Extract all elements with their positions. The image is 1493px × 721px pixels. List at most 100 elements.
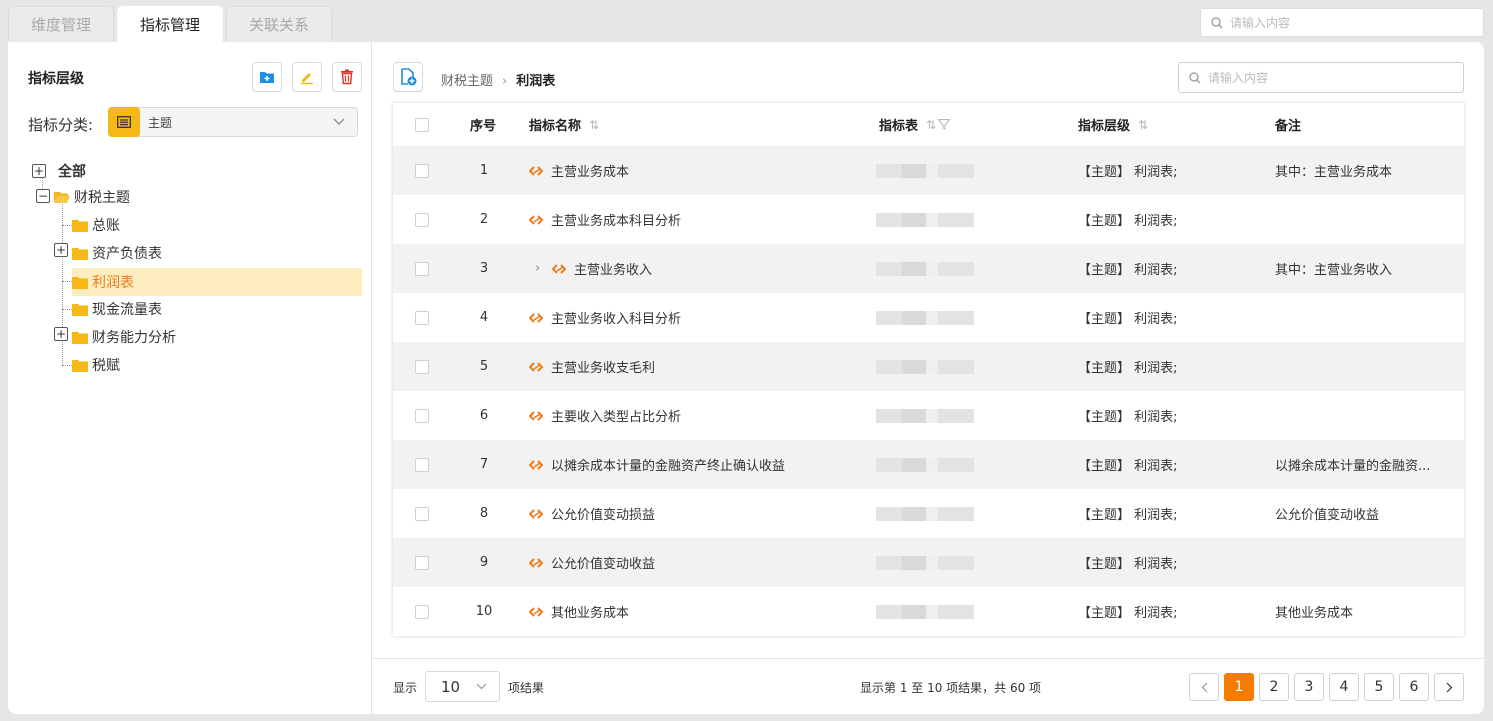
breadcrumb-item[interactable]: 财税主题	[441, 74, 493, 89]
table-row[interactable]: 10 其他业务成本 【主题】 利润表; 其他业务成本	[393, 587, 1464, 636]
link-icon	[529, 508, 545, 520]
indicator-name: 主营业务成本	[551, 165, 630, 180]
pagination-bar: 显示 10 项结果 显示第 1 至 10 项结果，共 60 项 1 2 3 4 …	[373, 658, 1484, 714]
column-header-name[interactable]: 指标名称 ⇅	[529, 103, 599, 146]
page-button-1[interactable]: 1	[1224, 673, 1254, 701]
add-indicator-button[interactable]	[393, 62, 423, 92]
tree-node-tax-burden[interactable]: 税赋	[72, 351, 120, 379]
tree-node-financial-capability[interactable]: 财务能力分析	[72, 323, 176, 351]
indicator-name-link[interactable]: 公允价值变动损益	[529, 489, 655, 538]
top-search-input[interactable]: 请输入内容	[1200, 8, 1484, 37]
indicator-name-link[interactable]: 主要收入类型占比分析	[529, 391, 681, 440]
indicator-level: 【主题】 利润表;	[1078, 606, 1178, 621]
tree-node-all[interactable]: 全部	[54, 157, 86, 185]
sort-icon[interactable]: ⇅	[1138, 118, 1148, 132]
tree-node-cash-flow[interactable]: 现金流量表	[72, 295, 162, 323]
page-button-2[interactable]: 2	[1259, 673, 1289, 701]
indicator-name-link[interactable]: 公允价值变动收益	[529, 538, 655, 587]
prev-page-button[interactable]	[1189, 673, 1219, 701]
indicator-note: 其他业务成本	[1275, 606, 1354, 621]
link-icon	[529, 606, 545, 618]
tab-bar: 维度管理 指标管理 关联关系	[8, 6, 335, 42]
indicator-name-link[interactable]: 主营业务收入科目分析	[529, 293, 681, 342]
tab-indicator-management[interactable]: 指标管理	[117, 6, 223, 42]
table-row[interactable]: 5 主营业务收支毛利 【主题】 利润表;	[393, 342, 1464, 391]
indicator-name: 主营业务收入科目分析	[551, 312, 682, 327]
indicator-table-value	[876, 293, 974, 342]
folder-icon	[72, 331, 88, 344]
column-header-table[interactable]: 指标表 ⇅	[879, 103, 951, 146]
collapse-icon[interactable]: −	[36, 189, 50, 203]
table-row[interactable]: 2 主营业务成本科目分析 【主题】 利润表;	[393, 195, 1464, 244]
link-icon	[529, 557, 545, 569]
tree-node-label: 全部	[58, 164, 86, 180]
indicator-name: 其他业务成本	[551, 606, 630, 621]
indicator-name: 主营业务成本科目分析	[551, 214, 682, 229]
tree-node-income-statement[interactable]: 利润表	[72, 268, 362, 296]
page-button-6[interactable]: 6	[1399, 673, 1429, 701]
add-folder-button[interactable]	[252, 62, 282, 92]
link-icon	[552, 263, 568, 275]
tree-node-label: 总账	[92, 218, 120, 234]
tab-dimension-management[interactable]: 维度管理	[8, 6, 114, 42]
indicator-table-value	[876, 538, 974, 587]
column-header-label: 指标名称	[529, 119, 582, 134]
indicator-name-link[interactable]: 主营业务成本	[529, 146, 629, 195]
column-header-level[interactable]: 指标层级 ⇅	[1078, 103, 1148, 146]
filter-icon[interactable]	[938, 119, 951, 130]
edit-button[interactable]	[292, 62, 322, 92]
link-icon	[529, 459, 545, 471]
expand-all-icon[interactable]: +	[32, 164, 46, 178]
page-button-5[interactable]: 5	[1364, 673, 1394, 701]
indicator-name-link[interactable]: 主营业务收支毛利	[529, 342, 655, 391]
indicator-table: 序号 指标名称 ⇅ 指标表 ⇅ 指标层级 ⇅ 备注 1 主营业务成本 【主题】 利润表; 其…	[393, 103, 1464, 636]
page-button-4[interactable]: 4	[1329, 673, 1359, 701]
results-label: 项结果	[508, 681, 545, 695]
table-row[interactable]: 1 主营业务成本 【主题】 利润表; 其中：主营业务成本	[393, 146, 1464, 195]
indicator-name-link[interactable]: 其他业务成本	[529, 587, 629, 636]
table-row[interactable]: 8 公允价值变动损益 【主题】 利润表; 公允价值变动收益	[393, 489, 1464, 538]
file-add-icon	[401, 68, 417, 86]
top-search-placeholder: 请输入内容	[1230, 16, 1291, 30]
column-header-label: 指标表	[879, 119, 919, 134]
next-page-button[interactable]	[1434, 673, 1464, 701]
table-row[interactable]: 4 主营业务收入科目分析 【主题】 利润表;	[393, 293, 1464, 342]
sort-icon[interactable]: ⇅	[926, 118, 936, 132]
indicator-search-input[interactable]: 请输入内容	[1178, 62, 1464, 93]
table-row[interactable]: 3 › 主营业务收入 【主题】 利润表; 其中：主营业务收入	[393, 244, 1464, 293]
indicator-note: 其中：主营业务成本	[1275, 165, 1393, 180]
category-value: 主题	[148, 115, 173, 130]
chevron-right-icon[interactable]: ›	[535, 244, 540, 293]
indicator-name-link[interactable]: 以摊余成本计量的金融资产终止确认收益	[529, 440, 785, 489]
expand-icon[interactable]: +	[54, 243, 68, 257]
indicator-name: 主要收入类型占比分析	[551, 410, 682, 425]
search-placeholder: 请输入内容	[1208, 71, 1269, 85]
sort-icon[interactable]: ⇅	[589, 118, 599, 132]
tree-node-general-ledger[interactable]: 总账	[72, 211, 120, 239]
tab-relationships[interactable]: 关联关系	[226, 6, 332, 42]
table-row[interactable]: 7 以摊余成本计量的金融资产终止确认收益 【主题】 利润表; 以摊余成本计量的金融资.…	[393, 440, 1464, 489]
table-row[interactable]: 6 主要收入类型占比分析 【主题】 利润表;	[393, 391, 1464, 440]
tree-node-label: 税赋	[92, 358, 120, 374]
tree-node-balance-sheet[interactable]: 资产负债表	[72, 239, 162, 267]
page-size-select[interactable]: 10	[425, 671, 500, 702]
indicator-name-link[interactable]: 主营业务收入	[552, 244, 652, 293]
indicator-name-link[interactable]: 主营业务成本科目分析	[529, 195, 681, 244]
link-icon	[529, 214, 545, 226]
page-button-3[interactable]: 3	[1294, 673, 1324, 701]
select-all-checkbox[interactable]	[415, 117, 429, 132]
column-header-no: 序号	[470, 119, 497, 134]
indicator-level: 【主题】 利润表;	[1078, 263, 1178, 278]
delete-button[interactable]	[332, 62, 362, 92]
indicator-note: 其中：主营业务收入	[1275, 263, 1393, 278]
link-icon	[529, 361, 545, 373]
chevron-right-icon	[1446, 682, 1452, 692]
table-row[interactable]: 9 公允价值变动收益 【主题】 利润表;	[393, 538, 1464, 587]
list-icon	[108, 107, 140, 137]
indicator-note: 以摊余成本计量的金融资...	[1275, 459, 1431, 474]
tree-node-finance-tax[interactable]: 财税主题	[54, 183, 130, 211]
category-select[interactable]: 主题	[108, 107, 358, 137]
indicator-table-value	[876, 195, 974, 244]
indicator-table-value	[876, 342, 974, 391]
expand-icon[interactable]: +	[54, 327, 68, 341]
